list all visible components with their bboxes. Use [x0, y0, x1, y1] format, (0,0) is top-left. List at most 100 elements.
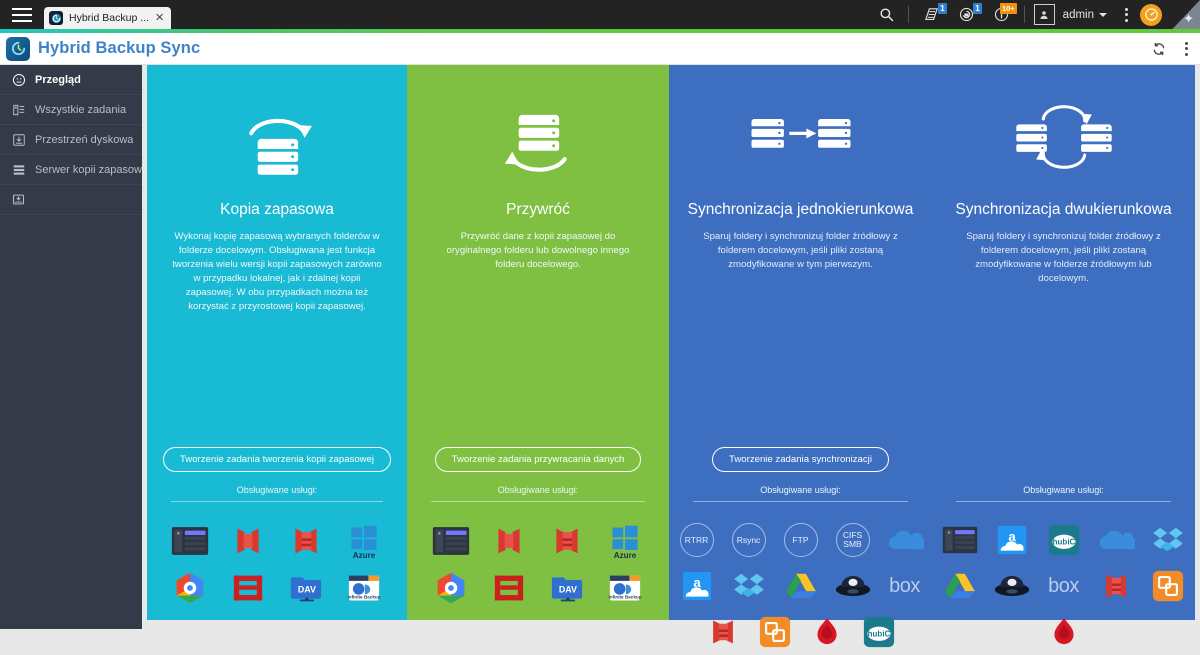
hamburger-line: [12, 13, 32, 16]
google-drive-icon: [934, 563, 986, 609]
external-devices-button[interactable]: 1: [949, 0, 984, 29]
device-icon: [959, 7, 973, 22]
user-menu[interactable]: admin: [1063, 9, 1113, 21]
yandex-disk-icon: [827, 563, 879, 609]
svg-text:Azure: Azure: [353, 551, 376, 559]
azure-icon: Azure: [335, 517, 393, 564]
restore-hero-icon: [492, 77, 584, 197]
desktop-corner-button[interactable]: ✦: [1172, 0, 1200, 29]
qnap-nas-icon: [422, 517, 480, 564]
box-icon: box: [879, 563, 931, 609]
resource-monitor-button[interactable]: [1140, 3, 1162, 26]
overview-icon: [11, 72, 26, 87]
card-backup[interactable]: Kopia zapasowa Wykonaj kopię zapasową wy…: [147, 65, 407, 620]
main-content: Kopia zapasowa Wykonaj kopię zapasową wy…: [142, 65, 1200, 648]
tasks-badge: 1: [938, 3, 947, 14]
sidebar-item-label: Wszystkie zadania: [35, 103, 127, 116]
taskbar-tab-label: Hybrid Backup ...: [69, 12, 149, 24]
amazon-glacier-icon: [1090, 563, 1142, 609]
qnap-nas-icon: [934, 517, 986, 563]
onedrive-icon: [879, 517, 931, 563]
os-taskbar: Hybrid Backup ... ✕ 1 1 10+ admin ✦: [0, 0, 1200, 29]
box-wordmark: box: [1048, 574, 1079, 597]
sidebar-item-all-tasks[interactable]: Wszystkie zadania: [0, 95, 142, 125]
amazon-glacier-icon: [538, 517, 596, 564]
background-tasks-button[interactable]: 1: [914, 0, 949, 29]
os-options-button[interactable]: [1113, 7, 1140, 22]
amazon-drive-icon: a: [671, 563, 723, 609]
nas-backup-icon: [11, 192, 26, 207]
svg-text:Azure: Azure: [614, 551, 637, 559]
svg-text:Infinite Backup: Infinite Backup: [608, 594, 641, 599]
two-way-sync-hero-icon: [1009, 77, 1119, 197]
supported-services-grid: Azure DAV Infinite Backup: [407, 517, 669, 611]
one-way-sync-hero-icon: [747, 77, 855, 197]
chevron-down-icon: [1099, 12, 1107, 17]
card-one-way-sync[interactable]: Synchronizacja jednokierunkowa Sparuj fo…: [669, 65, 932, 648]
create-sync-job-button[interactable]: Tworzenie zadania synchronizacji: [712, 447, 889, 472]
refresh-button[interactable]: [1151, 41, 1167, 57]
main-menu-button[interactable]: [0, 0, 44, 29]
yandex-disk-icon: [986, 563, 1038, 609]
amazon-glacier-icon: [697, 609, 749, 655]
openstack-swift-icon: [1142, 563, 1194, 609]
search-button[interactable]: [870, 0, 903, 29]
amazon-drive-icon: a: [986, 517, 1038, 563]
supported-services-label: Obsługiwane usługi:: [1023, 485, 1104, 495]
svg-text:hubiC: hubiC: [867, 629, 890, 638]
user-avatar-button[interactable]: [1033, 4, 1055, 25]
webdav-icon: DAV: [538, 564, 596, 611]
card-description: Przywróć dane z kopii zapasowej do orygi…: [446, 231, 630, 270]
user-name-label: admin: [1062, 8, 1094, 21]
card-title: Synchronizacja dwukierunkowa: [955, 201, 1172, 218]
divider: [171, 501, 383, 502]
card-two-way-sync[interactable]: Synchronizacja dwukierunkowa Sparuj fold…: [932, 65, 1195, 645]
kebab-dot: [1185, 52, 1188, 56]
app-options-button[interactable]: [1185, 41, 1188, 56]
amazon-glacier-icon: [277, 517, 335, 564]
create-backup-job-button[interactable]: Tworzenie zadania tworzenia kopii zapaso…: [162, 447, 392, 472]
sidebar: Przegląd Wszystkie zadania Przestrzeń dy…: [0, 65, 151, 629]
sidebar-item-disk-space[interactable]: Przestrzeń dyskowa: [0, 125, 151, 155]
close-icon[interactable]: ✕: [155, 12, 164, 24]
hamburger-line: [12, 7, 32, 10]
protocol-pill-label: CIFS SMB: [835, 523, 870, 557]
expand-icon: ✦: [1183, 11, 1194, 26]
hidrive-icon: [801, 609, 853, 655]
divider: [431, 501, 645, 502]
google-cloud-icon: [161, 564, 219, 611]
hubic-icon: hubiC: [1038, 517, 1090, 563]
notifications-badge: 10+: [999, 3, 1017, 14]
create-restore-job-button[interactable]: Tworzenie zadania przywracania danych: [434, 447, 642, 472]
hamburger-line: [12, 19, 32, 22]
protocol-ftp: FTP: [775, 517, 827, 563]
amazon-s3-icon: [219, 517, 277, 564]
card-description: Sparuj foldery i synchronizuj folder źró…: [703, 231, 898, 270]
card-restore[interactable]: Przywróć Przywróć dane z kopii zapasowej…: [407, 65, 669, 620]
hbs-app-icon: [49, 11, 63, 25]
sidebar-item-overview[interactable]: Przegląd: [0, 65, 142, 95]
protocol-pill-label: RTRR: [679, 523, 714, 557]
sidebar-item-nas-backup[interactable]: [0, 185, 142, 215]
divider: [956, 501, 1171, 502]
notifications-button[interactable]: 10+: [984, 0, 1019, 29]
kebab-dot: [1125, 13, 1128, 16]
kebab-dot: [1185, 47, 1188, 50]
infinite-backup-icon: Infinite Backup: [596, 564, 654, 611]
sidebar-item-backup-server[interactable]: Serwer kopii zapasowej: [0, 155, 151, 185]
taskbar-tab-hybrid-backup-sync[interactable]: Hybrid Backup ... ✕: [44, 7, 172, 29]
card-title: Kopia zapasowa: [220, 201, 334, 218]
svg-text:hubiC: hubiC: [1052, 537, 1075, 546]
supported-services-grid: a hubiC box: [932, 517, 1195, 655]
refresh-icon: [1153, 42, 1165, 55]
protocol-pill-label: FTP: [783, 523, 818, 557]
kebab-dot: [1185, 41, 1188, 45]
box-wordmark: box: [889, 574, 920, 597]
supported-services-label: Obsługiwane usługi:: [497, 485, 579, 495]
protocol-rsync: Rsync: [723, 517, 775, 563]
backup-hero-icon: [231, 77, 323, 197]
openstack-swift-icon: [480, 564, 538, 611]
qnap-nas-icon: [161, 517, 219, 564]
app-logo-icon: [6, 36, 30, 61]
openstack-swift-icon: [749, 609, 801, 655]
